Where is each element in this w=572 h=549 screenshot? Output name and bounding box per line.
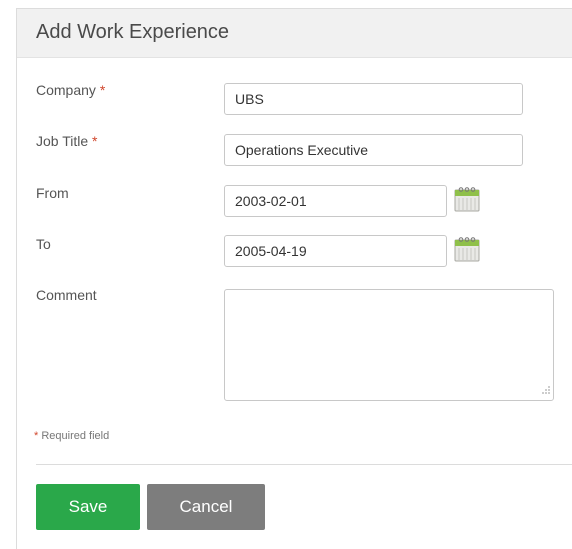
job-title-label-text: Job Title xyxy=(36,133,89,149)
job-title-label: Job Title * xyxy=(36,133,97,149)
company-input[interactable] xyxy=(224,83,523,115)
from-label: From xyxy=(36,185,69,201)
panel-header: Add Work Experience xyxy=(17,9,572,58)
to-label-text: To xyxy=(36,236,51,252)
comment-label-text: Comment xyxy=(36,287,97,303)
from-date-input[interactable] xyxy=(224,185,447,217)
add-work-experience-panel: Add Work Experience Company * Job Title … xyxy=(16,8,572,549)
required-note-marker: * xyxy=(34,430,39,442)
company-required-marker: * xyxy=(99,82,106,98)
from-label-text: From xyxy=(36,185,69,201)
to-label: To xyxy=(36,236,51,252)
resize-grip-icon[interactable] xyxy=(539,385,551,397)
panel-title: Add Work Experience xyxy=(36,21,230,43)
form-divider xyxy=(36,464,572,465)
job-title-required-marker: * xyxy=(92,133,98,149)
save-button[interactable]: Save xyxy=(36,484,140,530)
required-note-text: Required field xyxy=(41,430,110,442)
cancel-button[interactable]: Cancel xyxy=(147,484,265,530)
from-calendar-icon[interactable] xyxy=(454,186,480,212)
company-label: Company * xyxy=(36,82,105,98)
company-label-text: Company xyxy=(36,82,96,98)
to-date-input[interactable] xyxy=(224,235,447,267)
comment-textarea[interactable] xyxy=(224,289,554,401)
comment-label: Comment xyxy=(36,287,97,303)
required-field-note: * Required field xyxy=(34,430,109,442)
to-calendar-icon[interactable] xyxy=(454,236,480,262)
job-title-input[interactable] xyxy=(224,134,523,166)
